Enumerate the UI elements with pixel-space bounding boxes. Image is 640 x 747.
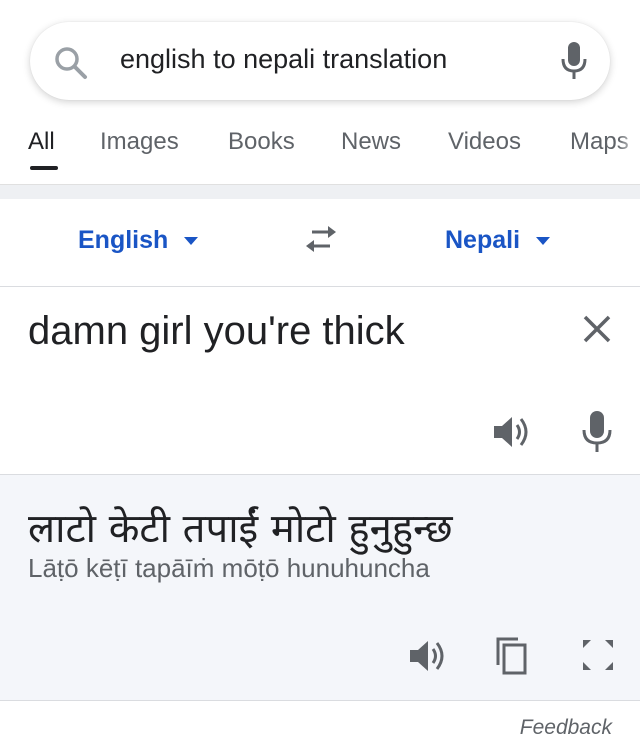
tab-images[interactable]: Images xyxy=(100,128,179,156)
translation-result-panel: लाटो केटी तपाईं मोटो हुनुहुन्छ Lāṭō kēṭī… xyxy=(0,475,640,701)
active-tab-indicator xyxy=(30,166,58,170)
translated-text: लाटो केटी तपाईं मोटो हुनुहुन्छ xyxy=(28,506,453,552)
source-language-dropdown[interactable]: English xyxy=(78,226,199,255)
source-language-label: English xyxy=(78,226,169,254)
language-selector-row: English Nepali xyxy=(0,198,640,287)
microphone-icon[interactable] xyxy=(560,42,588,80)
search-icon xyxy=(55,47,87,79)
section-divider xyxy=(0,184,640,199)
tabs-overflow-fade xyxy=(618,122,640,162)
copy-icon[interactable] xyxy=(494,635,528,675)
tab-all[interactable]: All xyxy=(28,128,55,156)
tab-videos[interactable]: Videos xyxy=(448,128,521,156)
speaker-icon[interactable] xyxy=(408,638,448,674)
tab-books[interactable]: Books xyxy=(228,128,295,156)
swap-languages-icon[interactable] xyxy=(300,226,342,256)
speaker-icon[interactable] xyxy=(492,414,532,450)
microphone-icon[interactable] xyxy=(582,411,612,453)
search-bar[interactable]: english to nepali translation xyxy=(30,22,610,100)
feedback-link[interactable]: Feedback xyxy=(520,716,612,740)
target-language-label: Nepali xyxy=(445,226,521,254)
chevron-down-icon xyxy=(536,236,551,245)
transliteration-text: Lāṭō kēṭī tapāīṁ mōṭō hunuhuncha xyxy=(28,553,430,583)
source-text-input[interactable]: damn girl you're thick xyxy=(28,309,405,354)
search-input[interactable]: english to nepali translation xyxy=(120,44,447,75)
source-text-panel: damn girl you're thick xyxy=(0,287,640,475)
target-language-dropdown[interactable]: Nepali xyxy=(445,226,551,255)
close-icon[interactable] xyxy=(582,314,612,344)
tab-news[interactable]: News xyxy=(341,128,401,156)
fullscreen-icon[interactable] xyxy=(580,637,616,673)
search-tabs: All Images Books News Videos Maps xyxy=(0,122,640,184)
chevron-down-icon xyxy=(184,236,199,245)
